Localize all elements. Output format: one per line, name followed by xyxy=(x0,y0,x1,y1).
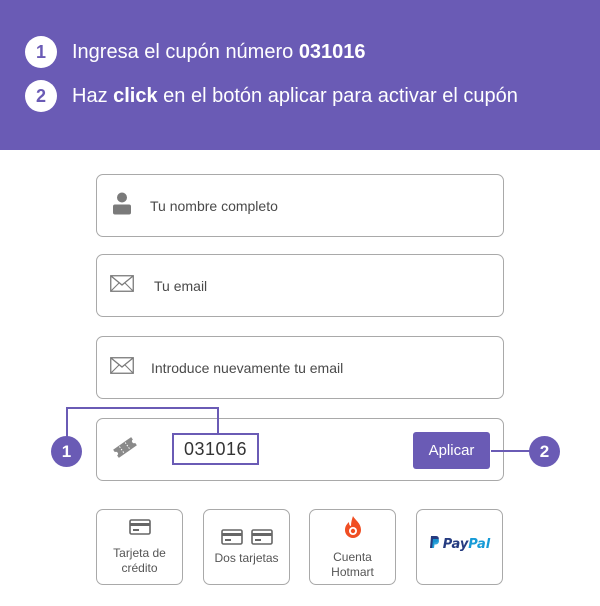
paypal-wordmark-pal: Pal xyxy=(468,536,491,552)
payment-option-label: Tarjeta de crédito xyxy=(113,545,166,575)
coupon-field: 031016 Aplicar xyxy=(96,418,504,481)
payment-option-paypal[interactable]: Pay Pal xyxy=(416,509,503,585)
callout-marker-2: 2 xyxy=(529,436,560,467)
payment-option-label: Dos tarjetas xyxy=(214,550,279,565)
payment-option-credit-card[interactable]: Tarjeta de crédito xyxy=(96,509,183,585)
user-icon xyxy=(112,192,132,219)
instruction-step-1: 1 Ingresa el cupón número 031016 xyxy=(25,36,366,68)
full-name-field[interactable]: Tu nombre completo xyxy=(96,174,504,237)
instruction-step-2: 2 Haz click en el botón aplicar para act… xyxy=(25,80,518,112)
two-cards-icon xyxy=(220,528,273,545)
payment-option-two-cards[interactable]: Dos tarjetas xyxy=(203,509,290,585)
ticket-icon xyxy=(111,436,139,463)
apply-coupon-button[interactable]: Aplicar xyxy=(413,432,490,469)
instruction-text-plain: Ingresa el cupón número xyxy=(72,40,299,63)
envelope-icon xyxy=(110,356,134,379)
email-field[interactable]: Tu email xyxy=(96,254,504,317)
paypal-wordmark-pay: Pay xyxy=(442,536,469,552)
marker-connector xyxy=(217,407,219,434)
coupon-number-highlight: 031016 xyxy=(298,40,366,63)
step-number-badge: 2 xyxy=(25,80,57,112)
coupon-code-input[interactable]: 031016 xyxy=(172,433,259,465)
instruction-text-plain: en el botón aplicar para activar el cupó… xyxy=(157,84,518,107)
step-number-badge: 1 xyxy=(25,36,57,68)
instruction-text-plain: Haz xyxy=(72,84,114,107)
payment-option-label: Cuenta Hotmart xyxy=(331,549,374,579)
click-highlight: click xyxy=(113,84,158,107)
paypal-logo: Pay Pal xyxy=(429,535,490,553)
marker-connector xyxy=(66,407,68,437)
credit-card-icon xyxy=(128,518,151,540)
hotmart-flame-icon xyxy=(343,515,363,544)
instruction-text: Ingresa el cupón número 031016 xyxy=(72,41,366,64)
callout-marker-1: 1 xyxy=(51,436,82,467)
envelope-icon xyxy=(110,274,134,297)
instructions-banner: 1 Ingresa el cupón número 031016 2 Haz c… xyxy=(0,0,600,150)
marker-connector xyxy=(491,450,530,452)
marker-connector xyxy=(66,407,219,409)
email-confirm-field[interactable]: Introduce nuevamente tu email xyxy=(96,336,504,399)
instruction-text: Haz click en el botón aplicar para activ… xyxy=(72,85,518,108)
full-name-placeholder: Tu nombre completo xyxy=(150,197,278,214)
email-placeholder: Tu email xyxy=(154,277,208,294)
payment-option-hotmart[interactable]: Cuenta Hotmart xyxy=(309,509,396,585)
email-confirm-placeholder: Introduce nuevamente tu email xyxy=(151,359,344,376)
paypal-icon xyxy=(429,535,440,553)
